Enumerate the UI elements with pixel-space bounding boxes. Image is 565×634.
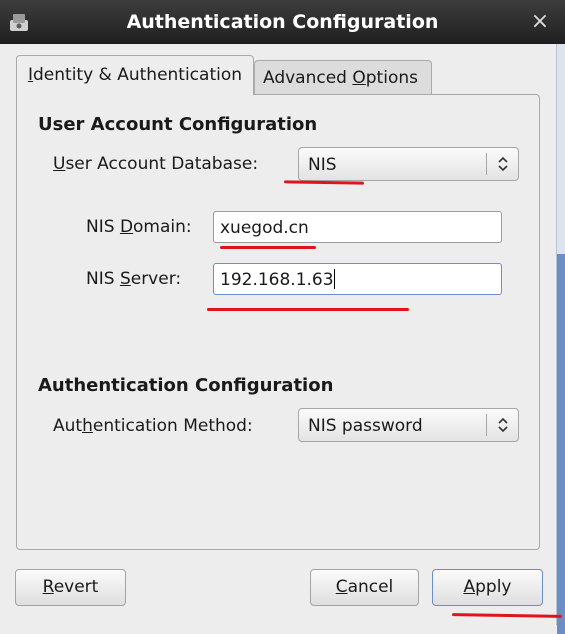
annotation-underline-apply xyxy=(451,613,563,618)
authentication-method-select[interactable]: NIS password xyxy=(298,408,519,442)
updown-arrows-icon xyxy=(498,417,508,433)
nis-server-label: NIS Server: xyxy=(86,269,182,289)
apply-button[interactable]: Apply xyxy=(432,569,543,606)
text-cursor xyxy=(333,269,335,289)
cancel-button[interactable]: Cancel xyxy=(310,569,419,606)
authentication-method-value: NIS password xyxy=(308,416,423,436)
authentication-method-label: Authentication Method: xyxy=(53,416,253,436)
updown-arrows-icon xyxy=(498,156,508,172)
nis-domain-input[interactable]: xuegod.cn xyxy=(213,211,502,243)
nis-domain-value: xuegod.cn xyxy=(220,218,309,238)
user-account-database-select[interactable]: NIS xyxy=(298,147,519,181)
revert-button[interactable]: Revert xyxy=(15,569,126,606)
nis-server-value: 192.168.1.63 xyxy=(220,270,334,290)
user-account-database-label: User Account Database: xyxy=(53,154,259,174)
tab-advanced-options[interactable]: Advanced Options xyxy=(254,60,432,95)
annotation-underline-server xyxy=(207,308,409,311)
authentication-heading: Authentication Configuration xyxy=(38,375,334,396)
nis-server-input[interactable]: 192.168.1.63 xyxy=(213,263,502,295)
tab-identity-authentication[interactable]: Identity & Authentication xyxy=(16,55,254,95)
user-account-heading: User Account Configuration xyxy=(38,114,318,135)
close-icon[interactable]: × xyxy=(529,10,551,34)
background-window-edge xyxy=(556,44,565,634)
title-bar: Authentication Configuration × xyxy=(0,0,565,44)
nis-domain-label: NIS Domain: xyxy=(86,217,192,237)
user-account-database-value: NIS xyxy=(308,155,337,175)
annotation-underline-domain xyxy=(220,246,316,249)
window-title: Authentication Configuration xyxy=(126,11,439,33)
app-icon xyxy=(10,14,28,31)
